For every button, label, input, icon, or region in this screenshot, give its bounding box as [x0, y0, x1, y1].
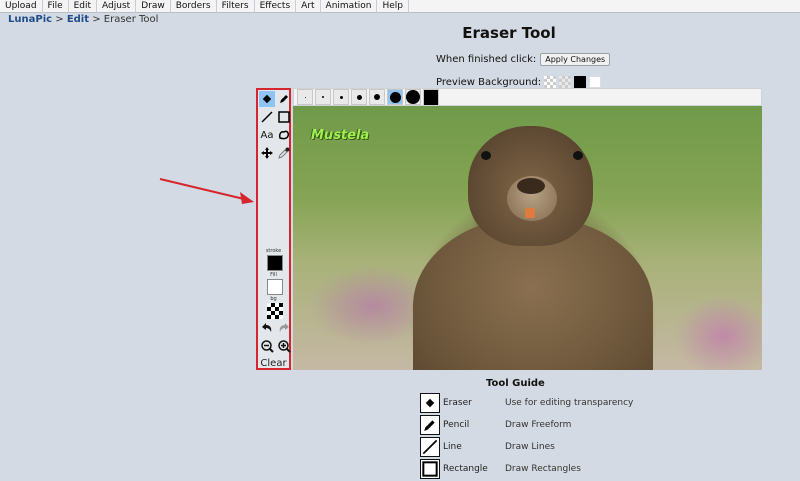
brush-size-2[interactable] — [315, 89, 331, 105]
lasso-tool[interactable] — [276, 127, 292, 143]
preview-background-row: Preview Background: — [436, 76, 602, 88]
fill-label: Fill — [270, 272, 277, 278]
preview-background-label: Preview Background: — [436, 76, 542, 88]
red-arrow-annotation — [159, 178, 254, 204]
redo-icon — [279, 323, 289, 332]
tool-guide-desc: Draw Lines — [505, 442, 555, 452]
menu-adjust[interactable]: Adjust — [97, 0, 137, 13]
menu-help[interactable]: Help — [377, 0, 409, 13]
image-canvas[interactable]: Mustela — [293, 106, 762, 370]
rectangle-icon — [278, 111, 290, 123]
brush-size-8[interactable] — [423, 89, 439, 105]
finish-label: When finished click: — [436, 54, 537, 65]
brush-size-7[interactable] — [405, 89, 421, 105]
bg-label: bg — [270, 296, 277, 302]
preview-bg-grey-checker-swatch[interactable] — [559, 76, 572, 88]
tool-guide-row: Rectangle Draw Rectangles — [420, 458, 581, 480]
text-tool-label: Aa — [260, 129, 274, 141]
line-icon — [420, 437, 440, 457]
text-tool[interactable]: Aa — [259, 127, 275, 143]
zoom-out-icon — [260, 339, 274, 353]
marmot-eye-right — [573, 151, 583, 160]
eraser-icon — [262, 94, 272, 104]
tool-guide-row: Pencil Draw Freeform — [420, 414, 571, 436]
preview-bg-transparent-swatch[interactable] — [544, 76, 557, 88]
brush-size-6[interactable] — [387, 89, 403, 105]
tool-guide-desc: Draw Rectangles — [505, 464, 581, 474]
move-icon — [261, 147, 273, 159]
fill-color-swatch[interactable] — [267, 279, 283, 295]
menu-art[interactable]: Art — [296, 0, 321, 13]
marmot-eye-left — [481, 151, 491, 160]
preview-bg-black-swatch[interactable] — [574, 76, 587, 88]
tool-guide-name: Line — [443, 442, 462, 452]
move-tool[interactable] — [259, 145, 275, 161]
lasso-icon — [279, 130, 289, 140]
tool-guide-desc: Draw Freeform — [505, 420, 572, 430]
eyedropper-icon — [278, 147, 290, 159]
zoom-out-button[interactable] — [259, 338, 275, 354]
menu-edit[interactable]: Edit — [69, 0, 98, 13]
apply-changes-button[interactable]: Apply Changes — [540, 53, 611, 66]
menu-draw[interactable]: Draw — [136, 0, 171, 13]
marmot-nose — [517, 178, 545, 194]
redo-button[interactable] — [276, 320, 292, 336]
eyedropper-tool[interactable] — [276, 145, 292, 161]
line-icon — [261, 111, 273, 123]
zoom-in-button[interactable] — [276, 338, 292, 354]
marmot-teeth — [525, 208, 535, 218]
stroke-color-swatch[interactable] — [267, 255, 283, 271]
rectangle-icon — [420, 459, 440, 479]
pencil-icon — [420, 415, 440, 435]
toolbox-panel: Aa stroke Fill bg Clear — [256, 88, 291, 370]
menu-bar: Upload File Edit Adjust Draw Borders Fil… — [0, 0, 800, 13]
brush-size-4[interactable] — [351, 89, 367, 105]
tool-guide-title: Tool Guide — [486, 378, 545, 389]
menu-animation[interactable]: Animation — [321, 0, 378, 13]
eraser-tool[interactable] — [259, 91, 275, 107]
menu-filters[interactable]: Filters — [217, 0, 255, 13]
brush-size-1[interactable] — [297, 89, 313, 105]
tool-guide-name: Eraser — [443, 398, 472, 408]
canvas-overlay-text: Mustela — [311, 128, 370, 143]
undo-icon — [262, 323, 272, 332]
brush-size-bar — [293, 88, 762, 106]
stroke-label: stroke — [265, 248, 282, 254]
tool-guide-name: Pencil — [443, 420, 470, 430]
line-tool[interactable] — [259, 109, 275, 125]
bg-color-swatch[interactable] — [267, 303, 283, 319]
tool-guide-name: Rectangle — [443, 464, 488, 474]
menu-borders[interactable]: Borders — [171, 0, 217, 13]
clear-button[interactable]: Clear — [258, 358, 289, 369]
pencil-tool[interactable] — [276, 91, 292, 107]
preview-bg-white-swatch[interactable] — [589, 76, 602, 88]
tool-guide-row: Eraser Use for editing transparency — [420, 392, 633, 414]
tool-guide-desc: Use for editing transparency — [505, 398, 634, 408]
finish-row: When finished click: Apply Changes — [436, 53, 611, 66]
menu-upload[interactable]: Upload — [0, 0, 43, 13]
pencil-icon — [280, 95, 288, 103]
menu-effects[interactable]: Effects — [255, 0, 297, 13]
brush-size-5[interactable] — [369, 89, 385, 105]
zoom-in-icon — [277, 339, 291, 353]
undo-button[interactable] — [259, 320, 275, 336]
brush-size-3[interactable] — [333, 89, 349, 105]
page-title: Eraser Tool — [462, 24, 556, 42]
rectangle-tool[interactable] — [276, 109, 292, 125]
eraser-icon — [420, 393, 440, 413]
tool-guide-row: Line Draw Lines — [420, 436, 555, 458]
menu-file[interactable]: File — [43, 0, 69, 13]
